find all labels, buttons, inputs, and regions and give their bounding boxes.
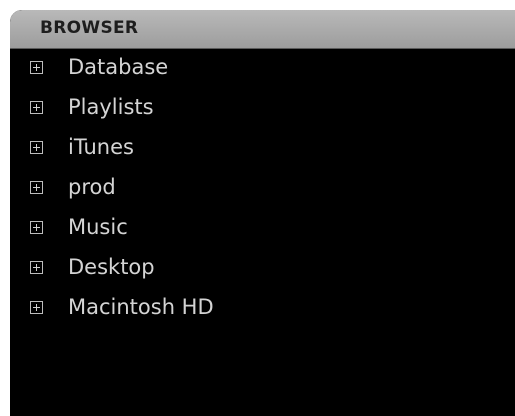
browser-header: BROWSER	[10, 10, 515, 49]
tree-item-label: prod	[68, 175, 116, 199]
tree-item-macintosh-hd[interactable]: Macintosh HD	[10, 288, 515, 328]
tree-item-label: Playlists	[68, 95, 154, 119]
browser-title: BROWSER	[40, 18, 139, 38]
expand-plus-icon[interactable]	[30, 181, 43, 194]
tree-item-database[interactable]: Database	[10, 48, 515, 88]
expand-plus-icon[interactable]	[30, 61, 43, 74]
tree-item-label: Database	[68, 55, 169, 79]
expand-plus-icon[interactable]	[30, 301, 43, 314]
tree-item-label: Music	[68, 215, 128, 239]
expand-plus-icon[interactable]	[30, 101, 43, 114]
expand-plus-icon[interactable]	[30, 141, 43, 154]
tree-item-playlists[interactable]: Playlists	[10, 88, 515, 128]
expand-plus-icon[interactable]	[30, 261, 43, 274]
tree-item-music[interactable]: Music	[10, 208, 515, 248]
expand-plus-icon[interactable]	[30, 221, 43, 234]
tree-item-label: Desktop	[68, 255, 155, 279]
tree-item-itunes[interactable]: iTunes	[10, 128, 515, 168]
tree-item-label: Macintosh HD	[68, 295, 214, 319]
tree-item-prod[interactable]: prod	[10, 168, 515, 208]
browser-panel: BROWSER Database Playlists iTunes prod M…	[10, 10, 515, 416]
tree-item-desktop[interactable]: Desktop	[10, 248, 515, 288]
tree-item-label: iTunes	[68, 135, 134, 159]
browser-tree: Database Playlists iTunes prod Music Des…	[10, 48, 515, 328]
